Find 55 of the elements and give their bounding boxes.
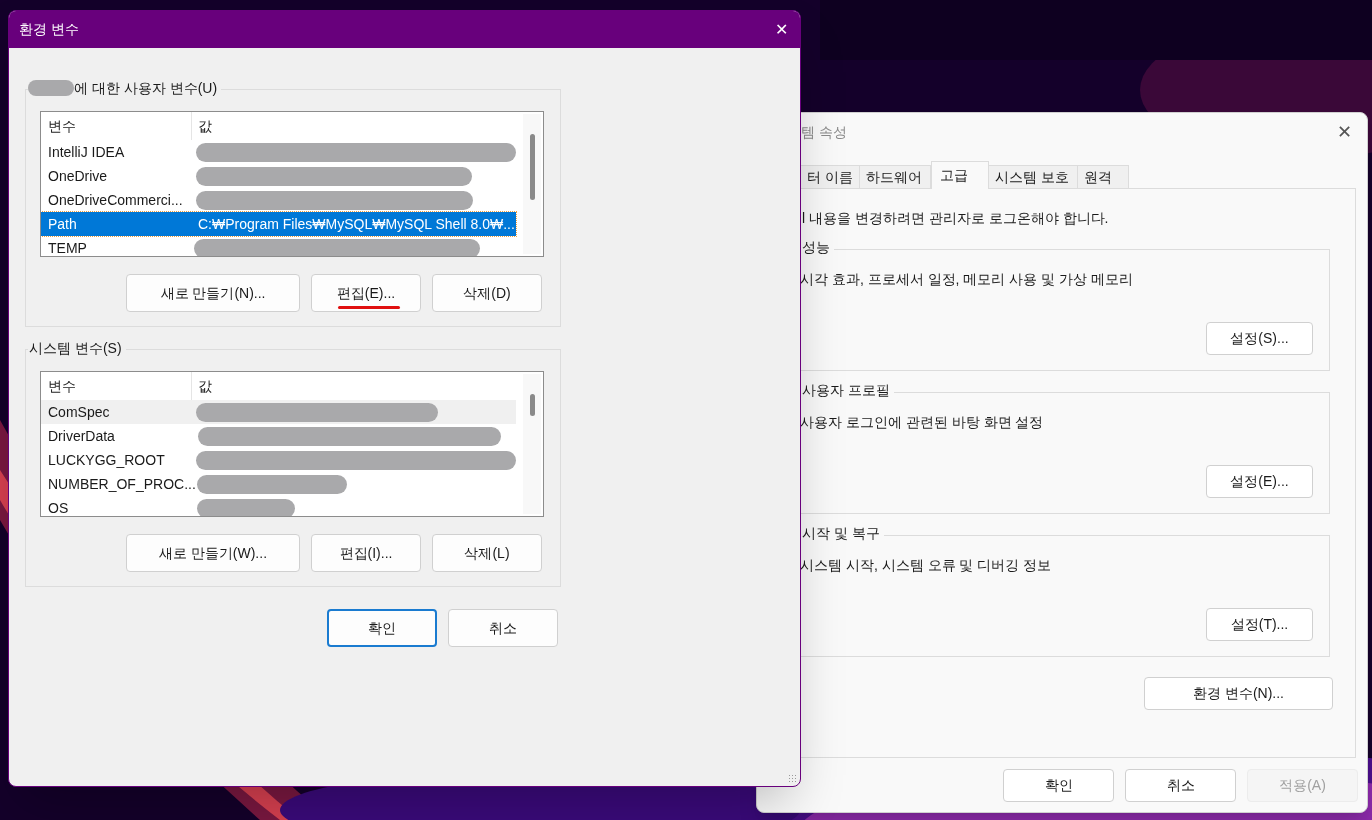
tab[interactable]: 터 이름 [800,165,860,189]
button: 적용(A) [1247,769,1358,802]
window-title: 환경 변수 [19,20,79,39]
column-header[interactable]: 변수 [41,112,192,140]
list-row[interactable]: ComSpec [41,400,516,424]
list-row[interactable]: Path C:₩Program Files₩MySQL₩MySQL Shell 8.0₩... [41,212,516,236]
button[interactable]: 설정(E)... [1206,465,1313,498]
list-row[interactable]: OneDriveCommerci... [41,188,516,212]
list-row[interactable]: NUMBER_OF_PROC... [41,472,516,496]
button[interactable]: 취소 [1125,769,1236,802]
group-label: 에 대한 사용자 변수(U) [74,79,222,97]
button[interactable]: 확인 [327,609,437,647]
button[interactable]: 편집(E)... [311,274,421,312]
variable-name: ComSpec [47,402,111,422]
list-row[interactable]: LUCKYGG_ROOT [41,448,516,472]
column-header[interactable]: 값 [192,115,212,137]
list-row[interactable]: OneDrive [41,164,516,188]
close-button[interactable]: ✕ [1329,117,1359,147]
tab[interactable]: 원격 [1077,165,1129,189]
variable-name: TEMP [47,238,88,256]
button[interactable]: 삭제(D) [432,274,542,312]
button[interactable]: 새로 만들기(N)... [126,274,300,312]
variable-name: IntelliJ IDEA [47,142,126,162]
group-description: 시스템 시작, 시스템 오류 및 디버깅 정보 [799,556,1053,575]
button[interactable]: 설정(T)... [1206,608,1313,641]
button[interactable]: 새로 만들기(W)... [126,534,300,572]
group-label: 시스템 변수(S) [28,339,126,357]
list-row[interactable]: TEMP [41,236,516,256]
scroll-thumb[interactable] [530,134,535,200]
scroll-thumb[interactable] [530,394,535,416]
group-description: 사용자 로그인에 관련된 바탕 화면 설정 [799,413,1045,432]
button[interactable]: 설정(S)... [1206,322,1313,355]
button[interactable]: 삭제(L) [432,534,542,572]
variable-name: DriverData [47,426,116,446]
tab[interactable]: 시스템 보호 [988,165,1078,189]
variable-name: Path [47,214,78,234]
button[interactable]: 편집(I)... [311,534,421,572]
list-row[interactable]: OS [41,496,516,516]
tab[interactable]: 고급 [931,161,989,189]
variable-name: LUCKYGG_ROOT [47,450,166,470]
notice-text: l 내용을 변경하려면 관리자로 로그온해야 합니다. [801,209,1110,228]
window-title: 템 속성 [801,122,847,142]
list-row[interactable]: DriverData [41,424,516,448]
column-header[interactable]: 값 [192,375,212,397]
variable-name: OS [47,498,70,516]
close-button[interactable]: ✕ [766,14,796,45]
button[interactable]: 취소 [448,609,558,647]
variable-value: C:₩Program Files₩MySQL₩MySQL Shell 8.0₩... [197,214,515,234]
group-description: 시각 효과, 프로세서 일정, 메모리 사용 및 가상 메모리 [799,270,1134,289]
variable-name: OneDrive [47,166,109,186]
button[interactable]: 확인 [1003,769,1114,802]
list-row[interactable]: IntelliJ IDEA [41,140,516,164]
variable-name: OneDriveCommerci... [47,190,184,210]
button[interactable]: 환경 변수(N)... [1144,677,1333,710]
tab[interactable]: 하드웨어 [859,165,931,189]
